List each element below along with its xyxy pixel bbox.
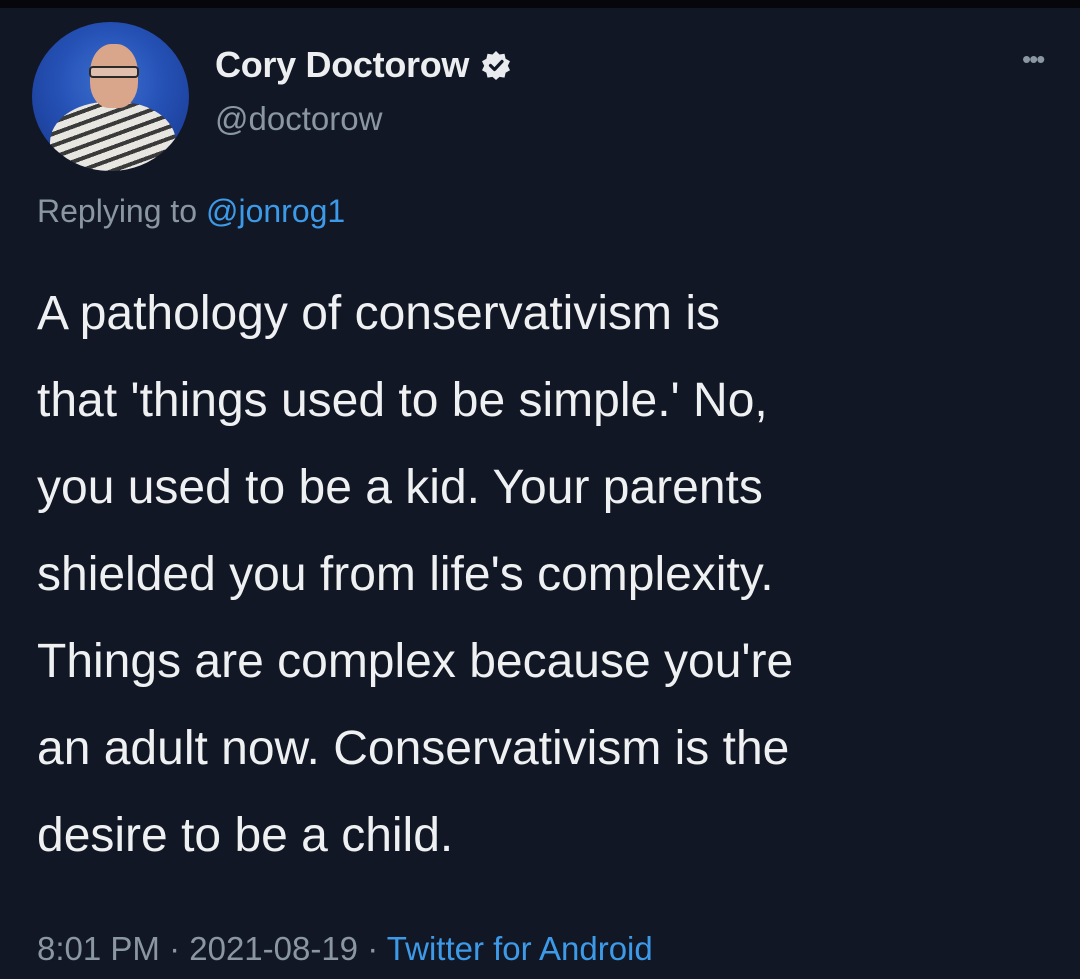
more-options-icon[interactable]: •••	[1022, 44, 1045, 75]
avatar-shirt	[50, 102, 176, 171]
verified-badge-icon	[481, 50, 511, 80]
top-bar	[0, 0, 1080, 8]
tweet-date[interactable]: 2021-08-19	[189, 930, 358, 967]
replying-to: Replying to @jonrog1	[37, 193, 345, 230]
tweet-text: A pathology of conservativism is that 't…	[37, 287, 794, 862]
author-handle[interactable]: @doctorow	[215, 100, 382, 138]
reply-mention-link[interactable]: @jonrog1	[206, 193, 345, 229]
tweet-time[interactable]: 8:01 PM	[37, 930, 160, 967]
tweet-source-link[interactable]: Twitter for Android	[387, 930, 653, 967]
author-name[interactable]: Cory Doctorow	[215, 44, 469, 86]
tweet-meta: 8:01 PM · 2021-08-19 · Twitter for Andro…	[37, 930, 653, 968]
avatar-glasses	[89, 66, 139, 78]
meta-separator: ·	[358, 930, 387, 967]
author-row: Cory Doctorow	[215, 42, 511, 88]
meta-separator: ·	[159, 930, 190, 967]
tweet-card: Cory Doctorow @doctorow ••• Replying to …	[0, 0, 1080, 979]
replying-to-label: Replying to	[37, 193, 206, 229]
avatar[interactable]	[32, 22, 189, 171]
